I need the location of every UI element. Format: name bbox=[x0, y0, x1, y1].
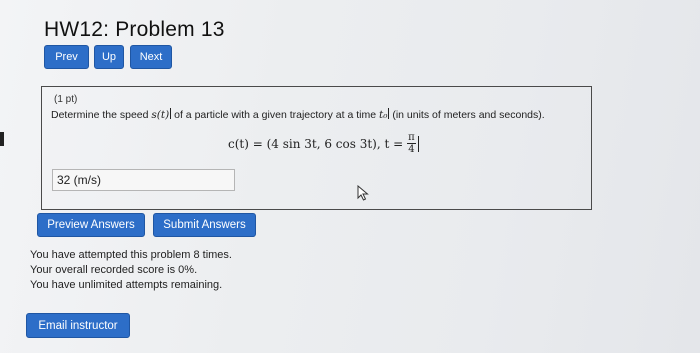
text-cursor bbox=[417, 135, 419, 152]
fraction-denominator: 4 bbox=[408, 144, 415, 155]
email-instructor-button[interactable]: Email instructor bbox=[26, 313, 130, 338]
score-message: Your overall recorded score is 0%. bbox=[30, 264, 198, 276]
problem-box: (1 pt) Determine the speed s(t) of a par… bbox=[41, 86, 592, 210]
equation-text: c(t) = (4 sin 3t, 6 cos 3t), t = bbox=[228, 136, 404, 151]
time-fraction: π 4 bbox=[407, 132, 416, 155]
statement-text: (in units of meters and seconds). bbox=[389, 109, 545, 121]
remaining-message: You have unlimited attempts remaining. bbox=[30, 279, 223, 291]
preview-answers-button[interactable]: Preview Answers bbox=[37, 213, 145, 237]
edge-marker bbox=[0, 132, 4, 146]
prev-button[interactable]: Prev bbox=[44, 45, 89, 69]
next-button[interactable]: Next bbox=[130, 45, 172, 69]
trajectory-equation: c(t) = (4 sin 3t, 6 cos 3t), t = π 4 bbox=[228, 132, 419, 155]
speed-symbol: s(t) bbox=[151, 109, 170, 121]
statement-text: Determine the speed bbox=[51, 109, 152, 121]
fraction-numerator: π bbox=[407, 132, 416, 144]
statement-text: of a particle with a given trajectory at… bbox=[171, 109, 379, 121]
mouse-pointer-icon bbox=[357, 185, 369, 201]
answer-input[interactable] bbox=[52, 169, 235, 191]
problem-statement: Determine the speed s(t) of a particle w… bbox=[51, 108, 545, 121]
problem-points: (1 pt) bbox=[54, 94, 78, 105]
time-symbol: t₀ bbox=[378, 109, 388, 121]
page-title: HW12: Problem 13 bbox=[44, 18, 225, 41]
attempts-message: You have attempted this problem 8 times. bbox=[30, 249, 232, 261]
submit-answers-button[interactable]: Submit Answers bbox=[153, 213, 256, 237]
up-button[interactable]: Up bbox=[94, 45, 124, 69]
